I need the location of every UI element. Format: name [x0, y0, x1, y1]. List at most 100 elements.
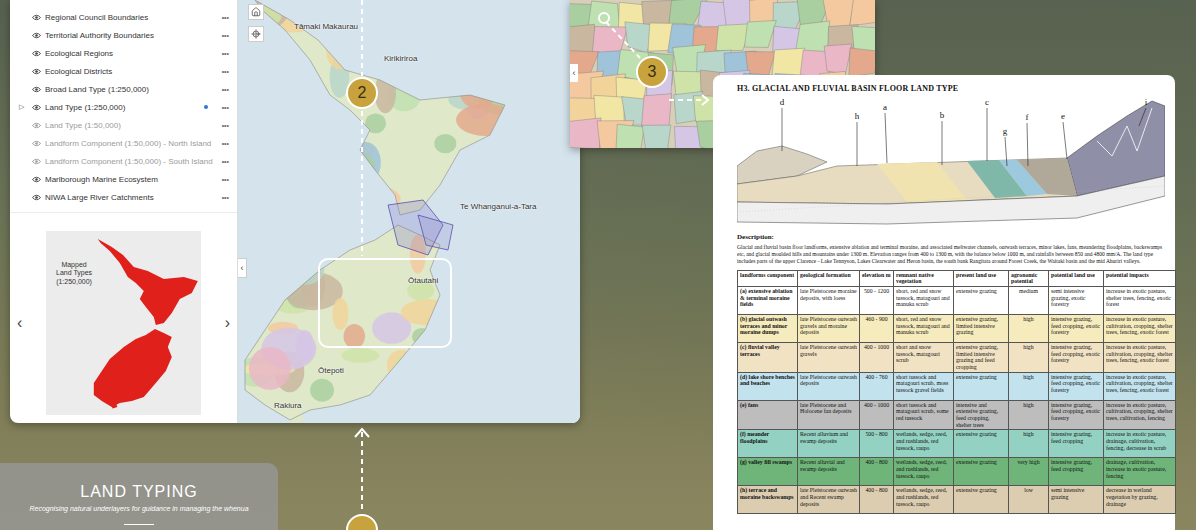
table-cell: increase in exotic pasture, cultivation,…	[1104, 372, 1176, 400]
nz-map-icon[interactable]	[238, 0, 580, 423]
svg-text:f: f	[1026, 112, 1029, 122]
table-cell: intensive grazing, feed cropping	[1049, 458, 1104, 486]
active-dot	[204, 105, 208, 109]
step-badge: 3	[636, 56, 668, 88]
column-header: agronomic potential	[1009, 270, 1049, 286]
table-cell: drainage, cultivation, increase in exoti…	[1104, 458, 1176, 486]
layer-row[interactable]: ▷ Land Type (1:250,000) •••	[10, 98, 237, 116]
map-canvas[interactable]: Tāmaki MakaurauKirikiriroaTe Whanganui-a…	[238, 0, 580, 423]
table-cell: intensive grazing, feed cropping, exotic…	[1049, 342, 1104, 372]
layer-label: Landform Component (1:50,000) - South Is…	[45, 157, 208, 166]
layer-menu[interactable]: •••	[222, 140, 229, 147]
table-cell: (c) fluvial valley terraces	[738, 342, 798, 372]
arrow-up-icon	[355, 429, 369, 437]
eye-icon[interactable]	[32, 14, 41, 21]
layer-menu[interactable]: •••	[222, 86, 229, 93]
place-label: Tāmaki Makaurau	[294, 22, 358, 31]
table-cell: increase in exotic pasture, cultivation,…	[1104, 342, 1176, 372]
diagram-label: b	[940, 110, 945, 165]
table-cell: late Pleistocene moraine deposits, with …	[798, 286, 860, 314]
table-cell: short tussock and matagouri scrub, moss …	[894, 372, 954, 400]
layer-menu[interactable]: •••	[222, 194, 229, 201]
svg-text:d: d	[780, 97, 785, 107]
table-cell: intensive grazing, feed cropping, exotic…	[1049, 372, 1104, 400]
layer-row[interactable]: Territorial Authority Boundaries•••	[10, 26, 237, 44]
layer-row[interactable]: NIWA Large River Catchments•••	[10, 188, 237, 206]
layer-label: Broad Land Type (1:250,000)	[45, 85, 208, 94]
svg-text:e: e	[1061, 111, 1065, 121]
table-cell: short tussock and matagouri scrub, some …	[894, 400, 954, 430]
layer-menu[interactable]: •••	[222, 176, 229, 183]
table-cell: extensive grazing, limited intensive gra…	[954, 314, 1009, 342]
eye-icon[interactable]	[32, 140, 41, 147]
next-button[interactable]: ›	[221, 310, 234, 336]
layer-menu[interactable]: •••	[222, 14, 229, 21]
layer-row[interactable]: Ecological Regions•••	[10, 44, 237, 62]
table-cell: (h) terrace and moraine backswamps	[738, 486, 798, 514]
place-label: Te Whanganui-a-Tara	[460, 202, 536, 211]
document-title: H3. GLACIAL AND FLUVIAL BASIN FLOOR LAND…	[737, 84, 1165, 93]
table-cell: increase in exotic pasture, cultivation,…	[1104, 314, 1176, 342]
svg-text:g: g	[1003, 126, 1008, 136]
diagram-label: a	[883, 102, 887, 163]
caption-rule	[124, 524, 154, 525]
block-diagram-icon: dhabcgfei	[737, 96, 1165, 228]
home-button[interactable]	[248, 4, 264, 20]
layer-row[interactable]: Land Type (1:50,000) •••	[10, 116, 237, 134]
column-header: present land use	[954, 270, 1009, 286]
zoom-collapse[interactable]: ‹	[570, 64, 578, 82]
eye-icon[interactable]	[32, 86, 41, 93]
map-toolbar	[248, 4, 264, 42]
layer-menu[interactable]: •••	[222, 32, 229, 39]
arrow-right-icon	[702, 95, 708, 105]
locate-button[interactable]	[248, 26, 264, 42]
layer-row[interactable]: Ecological Districts •••	[10, 62, 237, 80]
layer-label: Ecological Districts	[45, 67, 208, 76]
layer-sidebar: Regional Council Boundaries•••Territoria…	[10, 0, 238, 423]
table-cell: semi intensive grazing, exotic forestry	[1049, 286, 1104, 314]
description-heading: Description:	[737, 233, 1165, 241]
eye-icon[interactable]	[32, 32, 41, 39]
caption-card: LAND TYPINGRecognising natural underlaye…	[0, 463, 278, 530]
eye-icon[interactable]	[32, 104, 41, 111]
table-cell: (f) meander floodplains	[738, 430, 798, 458]
column-header: potential impacts	[1104, 270, 1176, 286]
legend-card: MappedLand Types(1:250,000)	[46, 231, 201, 415]
eye-icon[interactable]	[32, 68, 41, 75]
layer-row[interactable]: Regional Council Boundaries•••	[10, 8, 237, 26]
diagram-label: f	[1026, 112, 1029, 166]
table-cell: medium	[1009, 286, 1049, 314]
eye-icon[interactable]	[32, 122, 41, 129]
eye-icon[interactable]	[32, 194, 41, 201]
prev-button[interactable]: ‹	[13, 310, 26, 336]
table-row: (d) lake shore benches and beacheslate P…	[738, 372, 1176, 400]
table-row: (h) terrace and moraine backswampslate P…	[738, 486, 1176, 514]
diagram-label: e	[1061, 111, 1067, 159]
layer-row[interactable]: Landform Component (1:50,000) - North Is…	[10, 134, 237, 152]
layer-menu[interactable]: •••	[222, 104, 229, 111]
table-cell: increase in exotic pasture, drainage, cu…	[1104, 430, 1176, 458]
layer-menu[interactable]: •••	[222, 158, 229, 165]
collapse-handle[interactable]: ‹	[238, 258, 247, 278]
layer-label: Land Type (1:250,000)	[45, 103, 200, 112]
table-cell: wetlands, sedge, reed, and rushlands, re…	[894, 458, 954, 486]
diagram-label: d	[780, 97, 785, 151]
table-cell: high	[1009, 430, 1049, 458]
eye-icon[interactable]	[32, 50, 41, 57]
table-row: (b) glacial outwash terraces and minor m…	[738, 314, 1176, 342]
layer-label: Land Type (1:50,000)	[45, 121, 208, 130]
diagram-label: c	[985, 97, 989, 161]
diagram-label: h	[855, 111, 860, 166]
table-cell: high	[1009, 342, 1049, 372]
eye-icon[interactable]	[32, 176, 41, 183]
layer-row[interactable]: Marlborough Marine Ecosystem•••	[10, 170, 237, 188]
eye-icon[interactable]	[32, 158, 41, 165]
expand-toggle[interactable]: ▷	[19, 103, 28, 111]
layer-row[interactable]: Broad Land Type (1:250,000) •••	[10, 80, 237, 98]
table-row: (g) valley fill swampsRecent alluvial an…	[738, 458, 1176, 486]
layer-menu[interactable]: •••	[222, 50, 229, 57]
table-cell: intensive grazing, feed cropping, exotic…	[1049, 314, 1104, 342]
layer-row[interactable]: Landform Component (1:50,000) - South Is…	[10, 152, 237, 170]
layer-menu[interactable]: •••	[222, 122, 229, 129]
layer-menu[interactable]: •••	[222, 68, 229, 75]
